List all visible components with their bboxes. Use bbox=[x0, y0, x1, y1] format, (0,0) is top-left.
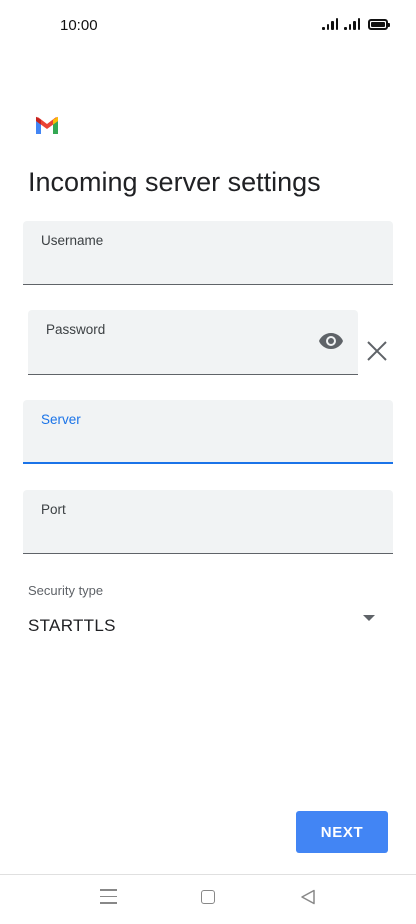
nav-divider bbox=[0, 874, 416, 875]
signal-icon bbox=[322, 18, 338, 30]
battery-icon bbox=[368, 19, 390, 30]
security-type-value: STARTTLS bbox=[28, 616, 116, 635]
eye-icon[interactable] bbox=[318, 332, 344, 350]
gmail-logo bbox=[36, 116, 58, 134]
port-label: Port bbox=[41, 502, 66, 517]
page-title: Incoming server settings bbox=[28, 167, 321, 197]
security-type-label: Security type bbox=[28, 583, 104, 598]
server-label: Server bbox=[41, 412, 81, 427]
username-label: Username bbox=[41, 233, 104, 248]
back-icon[interactable] bbox=[300, 889, 316, 905]
home-icon[interactable] bbox=[201, 890, 215, 904]
next-button[interactable]: NEXT bbox=[296, 811, 388, 853]
username-field[interactable]: Username bbox=[23, 221, 393, 285]
port-field[interactable]: Port bbox=[23, 490, 393, 554]
server-field[interactable]: Server bbox=[23, 400, 393, 464]
menu-icon[interactable] bbox=[100, 889, 117, 905]
signal-icon bbox=[344, 18, 360, 30]
password-field[interactable]: Password bbox=[28, 310, 358, 375]
close-icon[interactable] bbox=[366, 340, 388, 362]
screen: 10:00 Incoming server settings Username … bbox=[0, 0, 416, 924]
password-label: Password bbox=[46, 322, 106, 337]
chevron-down-icon[interactable] bbox=[363, 615, 375, 621]
status-time: 10:00 bbox=[60, 17, 98, 34]
status-icons bbox=[322, 18, 390, 30]
